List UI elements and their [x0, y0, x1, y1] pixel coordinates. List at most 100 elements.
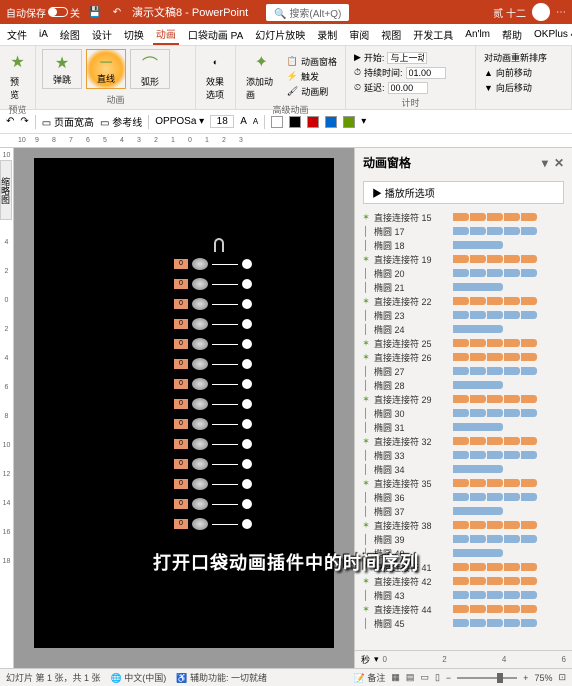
language-button[interactable]: 🌐 中文(中国) [111, 671, 167, 684]
anim-list-item[interactable]: │椭圆 36 [359, 490, 568, 504]
undo-icon[interactable]: ↶ [6, 116, 14, 127]
move-later-button[interactable]: ▼ 向后移动 [484, 81, 563, 94]
color-swatch[interactable] [271, 116, 283, 128]
start-input[interactable] [387, 52, 427, 64]
anim-list-item[interactable]: │椭圆 21 [359, 280, 568, 294]
tab-视图[interactable]: 视图 [378, 25, 404, 44]
reading-view-icon[interactable]: ▭ [420, 672, 429, 683]
anim-list-item[interactable]: │椭圆 17 [359, 224, 568, 238]
tab-审阅[interactable]: 审阅 [346, 25, 372, 44]
tab-OKPlus 4.8[interactable]: OKPlus 4.8 [531, 27, 572, 42]
anim-list-item[interactable]: │椭圆 31 [359, 420, 568, 434]
notes-button[interactable]: 📝 备注 [354, 671, 386, 684]
animation-list[interactable]: ✶直接连接符 15│椭圆 17│椭圆 18✶直接连接符 19│椭圆 20│椭圆 … [355, 208, 572, 650]
tab-帮助[interactable]: 帮助 [499, 25, 525, 44]
font-shrink-icon[interactable]: A [253, 117, 258, 126]
color-swatch[interactable] [307, 116, 319, 128]
anim-list-item[interactable]: ✶直接连接符 44 [359, 602, 568, 616]
sorter-view-icon[interactable]: ▤ [406, 672, 415, 683]
duration-input[interactable] [406, 67, 446, 79]
font-grow-icon[interactable]: A [240, 116, 247, 127]
anim-list-item[interactable]: ✶直接连接符 26 [359, 350, 568, 364]
ribbon-options-icon[interactable]: ⋯ [556, 7, 566, 18]
anim-list-item[interactable]: │椭圆 34 [359, 462, 568, 476]
animation-painter-button[interactable]: 🖌 动画刷 [287, 85, 337, 98]
redo-icon[interactable]: ↷ [20, 116, 28, 127]
anim-list-item[interactable]: │椭圆 37 [359, 504, 568, 518]
font-dropdown[interactable]: OPPOSa ▾ [155, 116, 204, 127]
trigger-button[interactable]: ⚡ 触发 [287, 70, 337, 83]
zoom-level[interactable]: 75% [534, 673, 552, 683]
tab-录制[interactable]: 录制 [314, 25, 340, 44]
pane-options-icon[interactable]: ▾ [542, 156, 548, 170]
anim-list-item[interactable]: ✶直接连接符 42 [359, 574, 568, 588]
anim-list-item[interactable]: │椭圆 33 [359, 448, 568, 462]
tab-动画[interactable]: 动画 [153, 24, 179, 45]
add-animation-button[interactable]: ✦ 添加动画 [242, 49, 281, 103]
tab-文件[interactable]: 文件 [4, 25, 30, 44]
anim-preset-弹跳[interactable]: ★弹跳 [42, 49, 82, 89]
tab-口袋动画 PA[interactable]: 口袋动画 PA [185, 25, 246, 44]
delay-input[interactable] [388, 82, 428, 94]
tab-开发工具[interactable]: 开发工具 [410, 25, 456, 44]
anim-list-item[interactable]: │椭圆 27 [359, 364, 568, 378]
play-selection-button[interactable]: ▶ 播放所选项 [363, 181, 564, 204]
animation-pane-button[interactable]: 📋 动画窗格 [287, 55, 337, 68]
anim-list-item[interactable]: │椭圆 39 [359, 532, 568, 546]
font-size-input[interactable] [210, 115, 234, 128]
anim-list-item[interactable]: │椭圆 20 [359, 266, 568, 280]
user-name[interactable]: 贰 十二 [493, 5, 526, 20]
tab-幻灯片放映[interactable]: 幻灯片放映 [252, 25, 308, 44]
anim-list-item[interactable]: │椭圆 30 [359, 406, 568, 420]
anim-preset-直线[interactable]: ─直线 [86, 49, 126, 89]
zoom-slider[interactable] [457, 677, 517, 679]
anim-list-item[interactable]: │椭圆 18 [359, 238, 568, 252]
zoom-in-icon[interactable]: + [523, 673, 528, 683]
autosave-toggle[interactable]: 自动保存 关 [6, 5, 80, 20]
zipper-graphic[interactable]: 00000000000000 [174, 238, 264, 538]
anim-preset-弧形[interactable]: ⌒弧形 [130, 49, 170, 89]
anim-list-item[interactable]: │椭圆 24 [359, 322, 568, 336]
duration-field[interactable]: ⏱ 持续时间: [354, 66, 467, 79]
slide-canvas[interactable]: 00000000000000 [14, 148, 354, 668]
preview-button[interactable]: ★ 预览 [6, 49, 29, 103]
color-swatch[interactable] [325, 116, 337, 128]
search-box[interactable]: 🔍 搜索(Alt+Q) [266, 4, 349, 21]
normal-view-icon[interactable]: ▦ [391, 672, 400, 683]
anim-list-item[interactable]: ✶直接连接符 25 [359, 336, 568, 350]
move-earlier-button[interactable]: ▲ 向前移动 [484, 66, 563, 79]
anim-list-item[interactable]: │椭圆 45 [359, 616, 568, 630]
delay-field[interactable]: ⏲ 延迟: [354, 81, 467, 94]
guides-button[interactable]: ▭ 参考线 [100, 114, 142, 129]
color-swatch[interactable] [343, 116, 355, 128]
anim-list-item[interactable]: ✶直接连接符 32 [359, 434, 568, 448]
tab-An'lm[interactable]: An'lm [462, 27, 493, 42]
slideshow-view-icon[interactable]: ▯ [435, 672, 440, 683]
close-pane-icon[interactable]: ✕ [554, 156, 564, 170]
anim-list-item[interactable]: ✶直接连接符 35 [359, 476, 568, 490]
anim-list-item[interactable]: │椭圆 23 [359, 308, 568, 322]
fit-window-icon[interactable]: ⊡ [558, 672, 566, 683]
accessibility-button[interactable]: ♿ 辅助功能: 一切就绪 [176, 671, 267, 684]
anim-list-item[interactable]: ✶直接连接符 19 [359, 252, 568, 266]
effect-options-button[interactable]: ◐ 效果选项 [202, 49, 229, 103]
anim-list-item[interactable]: ✶直接连接符 22 [359, 294, 568, 308]
page-size-button[interactable]: ▭ 页面宽高 [42, 114, 94, 129]
undo-icon[interactable]: ↶ [110, 5, 124, 19]
zoom-out-icon[interactable]: − [446, 673, 451, 683]
start-dropdown[interactable]: ▶ 开始: [354, 51, 467, 64]
anim-list-item[interactable]: │椭圆 28 [359, 378, 568, 392]
thumbnail-collapse[interactable]: 缩略图 [0, 160, 12, 220]
save-icon[interactable]: 💾 [88, 5, 102, 19]
anim-list-item[interactable]: ✶直接连接符 38 [359, 518, 568, 532]
anim-list-item[interactable]: ✶直接连接符 29 [359, 392, 568, 406]
avatar[interactable] [532, 3, 550, 21]
tab-切换[interactable]: 切换 [121, 25, 147, 44]
anim-list-item[interactable]: │椭圆 43 [359, 588, 568, 602]
tab-iA[interactable]: iA [36, 27, 51, 42]
slide-counter[interactable]: 幻灯片 第 1 张，共 1 张 [6, 671, 101, 684]
tab-设计[interactable]: 设计 [89, 25, 115, 44]
color-swatch[interactable] [289, 116, 301, 128]
more-colors-icon[interactable]: ▾ [361, 116, 366, 127]
tab-绘图[interactable]: 绘图 [57, 25, 83, 44]
